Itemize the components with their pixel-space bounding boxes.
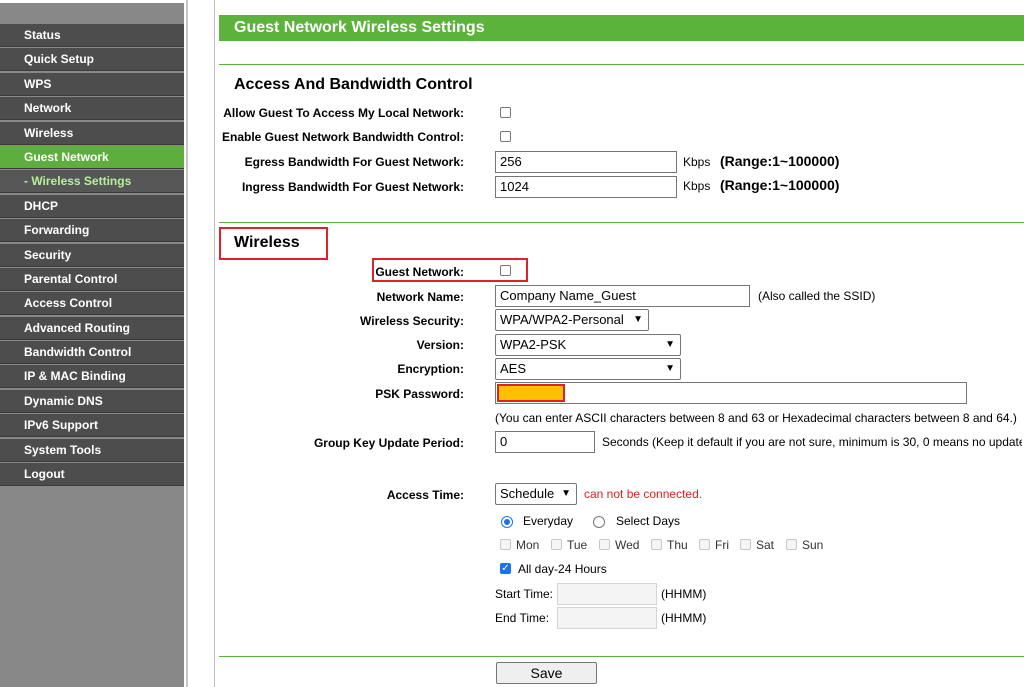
access-time-warning: can not be connected. (584, 487, 703, 501)
section-title-wireless: Wireless (234, 234, 300, 251)
day-checkbox-sun[interactable] (786, 539, 797, 550)
page-title: Guest Network Wireless Settings (219, 15, 1024, 41)
select-days-label: Select Days (616, 514, 681, 528)
day-checkbox-mon[interactable] (500, 539, 511, 550)
chevron-down-icon: ▼ (561, 488, 571, 499)
guest-network-checkbox[interactable] (500, 265, 511, 276)
sidebar-item-status[interactable]: Status (0, 24, 184, 47)
psk-password-input[interactable] (495, 382, 967, 404)
start-time-input[interactable] (557, 583, 657, 605)
allow-local-checkbox[interactable] (500, 107, 511, 118)
day-checkbox-sat[interactable] (740, 539, 751, 550)
ingress-range: (Range:1~100000) (720, 177, 840, 193)
guest-network-label: Guest Network: (375, 265, 464, 279)
sidebar-item-ipv6-support[interactable]: IPv6 Support (0, 414, 184, 438)
ingress-input[interactable]: 1024 (495, 176, 677, 198)
network-name-input[interactable]: Company Name_Guest (495, 285, 750, 307)
sidebar-item-security[interactable]: Security (0, 243, 184, 267)
sidebar: Status Quick Setup WPS Network Wireless Guest… (0, 0, 184, 687)
ssid-note: (Also called the SSID) (758, 289, 876, 303)
chevron-down-icon: ▼ (665, 363, 675, 374)
day-checkbox-thu[interactable] (651, 539, 662, 550)
chevron-down-icon: ▼ (633, 314, 643, 325)
ingress-unit: Kbps (683, 179, 711, 193)
sidebar-item-ip-mac-binding[interactable]: IP & MAC Binding (0, 365, 184, 389)
ingress-label: Ingress Bandwidth For Guest Network: (241, 180, 464, 194)
sidebar-item-access-control[interactable]: Access Control (0, 292, 184, 316)
version-value: WPA2-PSK (500, 337, 567, 352)
sidebar-item-wireless-settings[interactable]: - Wireless Settings (0, 170, 184, 194)
egress-label: Egress Bandwidth For Guest Network: (244, 155, 464, 169)
section-title-access: Access And Bandwidth Control (234, 76, 473, 93)
wireless-security-select[interactable]: WPA/WPA2-Personal ▼ (495, 309, 649, 331)
sidebar-item-guest-network[interactable]: Guest Network (0, 145, 184, 169)
sidebar-item-bandwidth-control[interactable]: Bandwidth Control (0, 341, 184, 365)
redacted-password (497, 384, 565, 402)
allday-checkbox[interactable]: ✓ (500, 563, 511, 574)
group-key-input[interactable]: 0 (495, 431, 595, 453)
day-label-wed: Wed (615, 538, 640, 552)
group-key-note: Seconds (Keep it default if you are not … (602, 435, 1022, 449)
access-time-value: Schedule (500, 486, 555, 501)
access-time-select[interactable]: Schedule ▼ (495, 483, 577, 505)
day-checkbox-tue[interactable] (551, 539, 562, 550)
sidebar-item-parental-control[interactable]: Parental Control (0, 267, 184, 291)
everyday-label: Everyday (523, 514, 574, 528)
end-time-input[interactable] (557, 607, 657, 629)
chevron-down-icon: ▼ (665, 339, 675, 350)
divider (186, 0, 188, 687)
day-label-thu: Thu (667, 538, 688, 552)
day-label-mon: Mon (516, 538, 540, 552)
wireless-security-label: Wireless Security: (360, 314, 464, 328)
sidebar-item-logout[interactable]: Logout (0, 463, 184, 487)
wireless-security-value: WPA/WPA2-Personal (500, 312, 624, 327)
start-time-label: Start Time: (495, 587, 554, 601)
group-key-label: Group Key Update Period: (313, 436, 464, 450)
day-label-sat: Sat (756, 538, 775, 552)
egress-input[interactable]: 256 (495, 151, 677, 173)
psk-password-label: PSK Password: (375, 387, 464, 401)
version-select[interactable]: WPA2-PSK ▼ (495, 334, 681, 356)
day-label-sun: Sun (802, 538, 824, 552)
sidebar-top-line (0, 0, 184, 3)
day-checkbox-wed[interactable] (599, 539, 610, 550)
save-button[interactable]: Save (496, 662, 597, 684)
sidebar-menu: Status Quick Setup WPS Network Wireless Guest… (0, 24, 184, 487)
section-divider (219, 64, 1024, 65)
psk-note: (You can enter ASCII characters between … (495, 411, 1017, 425)
start-time-format: (HHMM) (661, 587, 707, 601)
network-name-label: Network Name: (376, 290, 464, 304)
end-time-label: End Time: (495, 611, 550, 625)
select-days-radio[interactable] (593, 516, 605, 528)
divider (214, 0, 215, 687)
enable-bandwidth-checkbox[interactable] (500, 131, 511, 142)
sidebar-item-wireless[interactable]: Wireless (0, 121, 184, 145)
everyday-radio[interactable] (501, 516, 513, 528)
sidebar-item-forwarding[interactable]: Forwarding (0, 219, 184, 243)
day-label-fri: Fri (715, 538, 729, 552)
egress-unit: Kbps (683, 155, 711, 169)
sidebar-item-dynamic-dns[interactable]: Dynamic DNS (0, 389, 184, 413)
end-time-format: (HHMM) (661, 611, 707, 625)
encryption-select[interactable]: AES ▼ (495, 358, 681, 380)
sidebar-item-dhcp[interactable]: DHCP (0, 194, 184, 218)
day-checkbox-fri[interactable] (699, 539, 710, 550)
allday-label: All day-24 Hours (518, 562, 607, 576)
access-time-label: Access Time: (386, 488, 464, 502)
sidebar-item-quick-setup[interactable]: Quick Setup (0, 48, 184, 72)
sidebar-item-advanced-routing[interactable]: Advanced Routing (0, 316, 184, 340)
sidebar-item-network[interactable]: Network (0, 97, 184, 121)
day-label-tue: Tue (567, 538, 588, 552)
egress-range: (Range:1~100000) (720, 153, 840, 169)
encryption-value: AES (500, 361, 527, 376)
enable-bandwidth-label: Enable Guest Network Bandwidth Control: (221, 130, 464, 144)
section-divider (219, 656, 1024, 657)
sidebar-item-system-tools[interactable]: System Tools (0, 438, 184, 462)
allow-local-label: Allow Guest To Access My Local Network: (223, 106, 464, 120)
encryption-label: Encryption: (397, 362, 464, 376)
section-divider (219, 222, 1024, 223)
version-label: Version: (416, 338, 464, 352)
sidebar-item-wps[interactable]: WPS (0, 72, 184, 96)
